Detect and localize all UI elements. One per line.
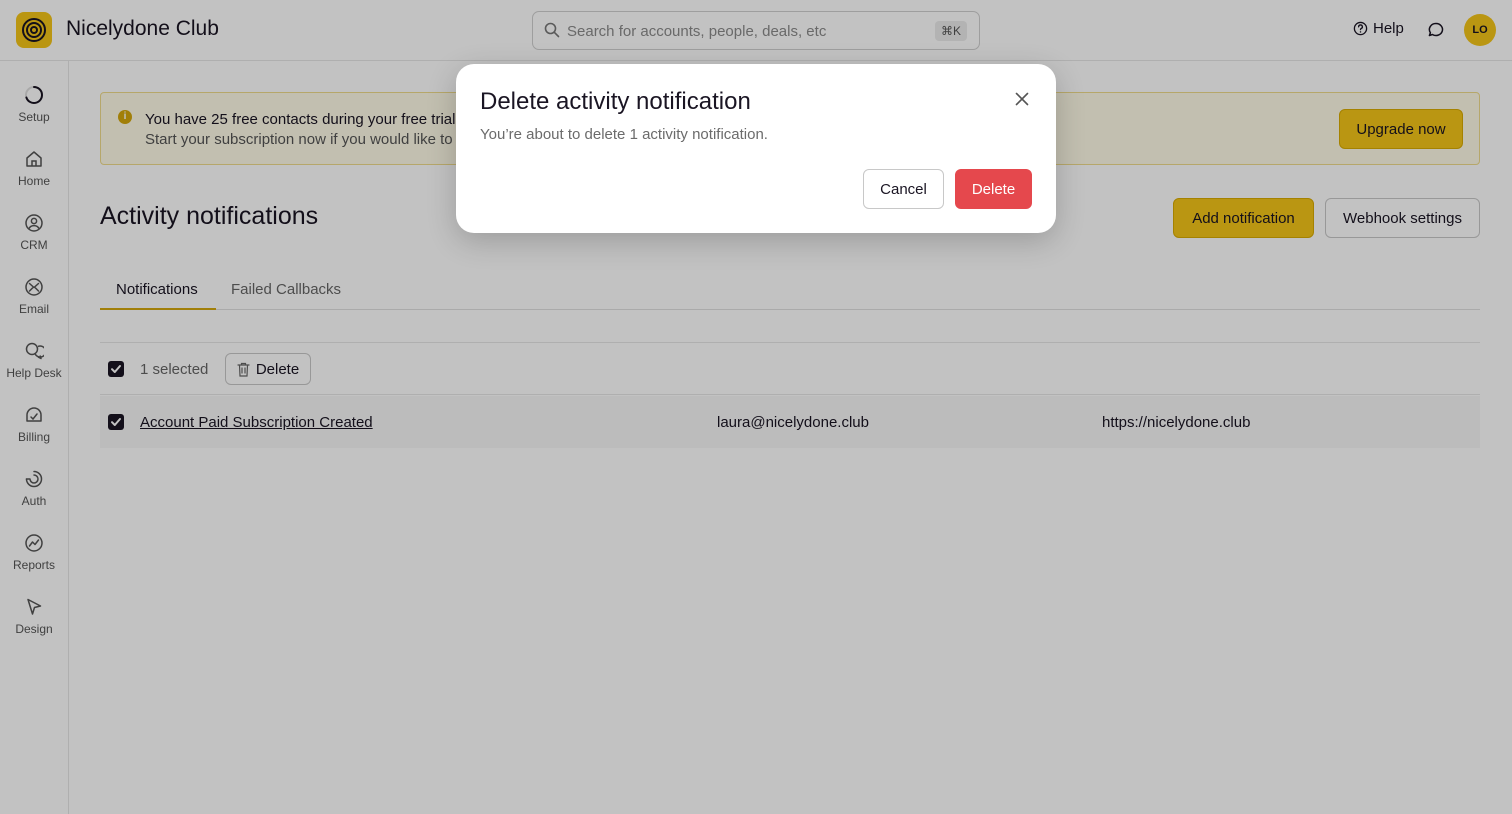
delete-confirmation-dialog: Delete activity notification You’re abou… [456,64,1056,233]
dialog-title: Delete activity notification [480,88,751,115]
cancel-button[interactable]: Cancel [863,169,944,209]
confirm-delete-button[interactable]: Delete [955,169,1032,209]
dialog-description: You’re about to delete 1 activity notifi… [480,126,768,143]
close-icon[interactable] [1013,90,1031,108]
